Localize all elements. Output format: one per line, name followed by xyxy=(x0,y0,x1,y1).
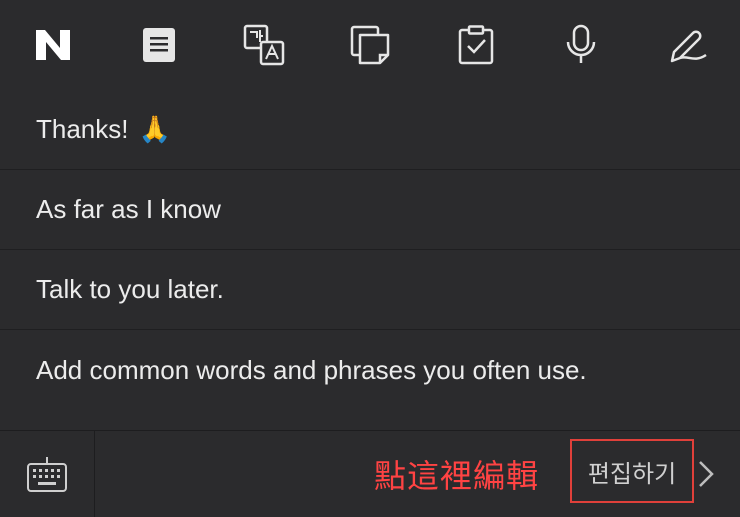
phrase-item-thanks[interactable]: Thanks! 🙏 xyxy=(0,90,740,170)
microphone-icon xyxy=(567,24,596,63)
translate-icon xyxy=(244,24,285,66)
keyboard-toolbar xyxy=(0,0,740,90)
edit-annotation-text: 點這裡編輯 xyxy=(374,457,540,495)
handwriting-pen-icon xyxy=(670,30,707,63)
note-icon xyxy=(142,28,175,62)
keyboard-switch-button[interactable] xyxy=(0,431,95,517)
phrase-list: Thanks! 🙏 As far as I know Talk to you l… xyxy=(0,90,740,410)
handwriting-button[interactable] xyxy=(654,12,720,78)
phrase-text: As far as I know xyxy=(36,194,221,224)
naver-logo-icon xyxy=(36,30,70,60)
translate-button[interactable] xyxy=(231,12,297,78)
phrase-item-as-far-as-i-know[interactable]: As far as I know xyxy=(0,170,740,250)
voice-input-button[interactable] xyxy=(548,12,614,78)
chevron-right-icon[interactable] xyxy=(697,459,715,489)
phrase-text: Add common words and phrases you often u… xyxy=(36,354,587,385)
bottom-bar: 點這裡編輯 편집하기 xyxy=(0,430,740,517)
phrase-item-add-hint[interactable]: Add common words and phrases you often u… xyxy=(0,330,740,410)
clipboard-check-icon xyxy=(458,25,493,65)
phrase-text: Thanks! xyxy=(36,114,129,144)
edit-button-label: 편집하기 xyxy=(587,459,677,488)
copy-button[interactable] xyxy=(337,12,403,78)
keyboard-icon xyxy=(27,457,67,492)
edit-button[interactable]: 편집하기 xyxy=(570,439,694,503)
copy-icon xyxy=(350,25,390,65)
folded-hands-emoji: 🙏 xyxy=(138,114,171,144)
note-button[interactable] xyxy=(126,12,192,78)
clipboard-button[interactable] xyxy=(443,12,509,78)
phrase-text: Talk to you later. xyxy=(36,274,224,304)
phrase-item-talk-later[interactable]: Talk to you later. xyxy=(0,250,740,330)
naver-logo-button[interactable] xyxy=(20,12,86,78)
